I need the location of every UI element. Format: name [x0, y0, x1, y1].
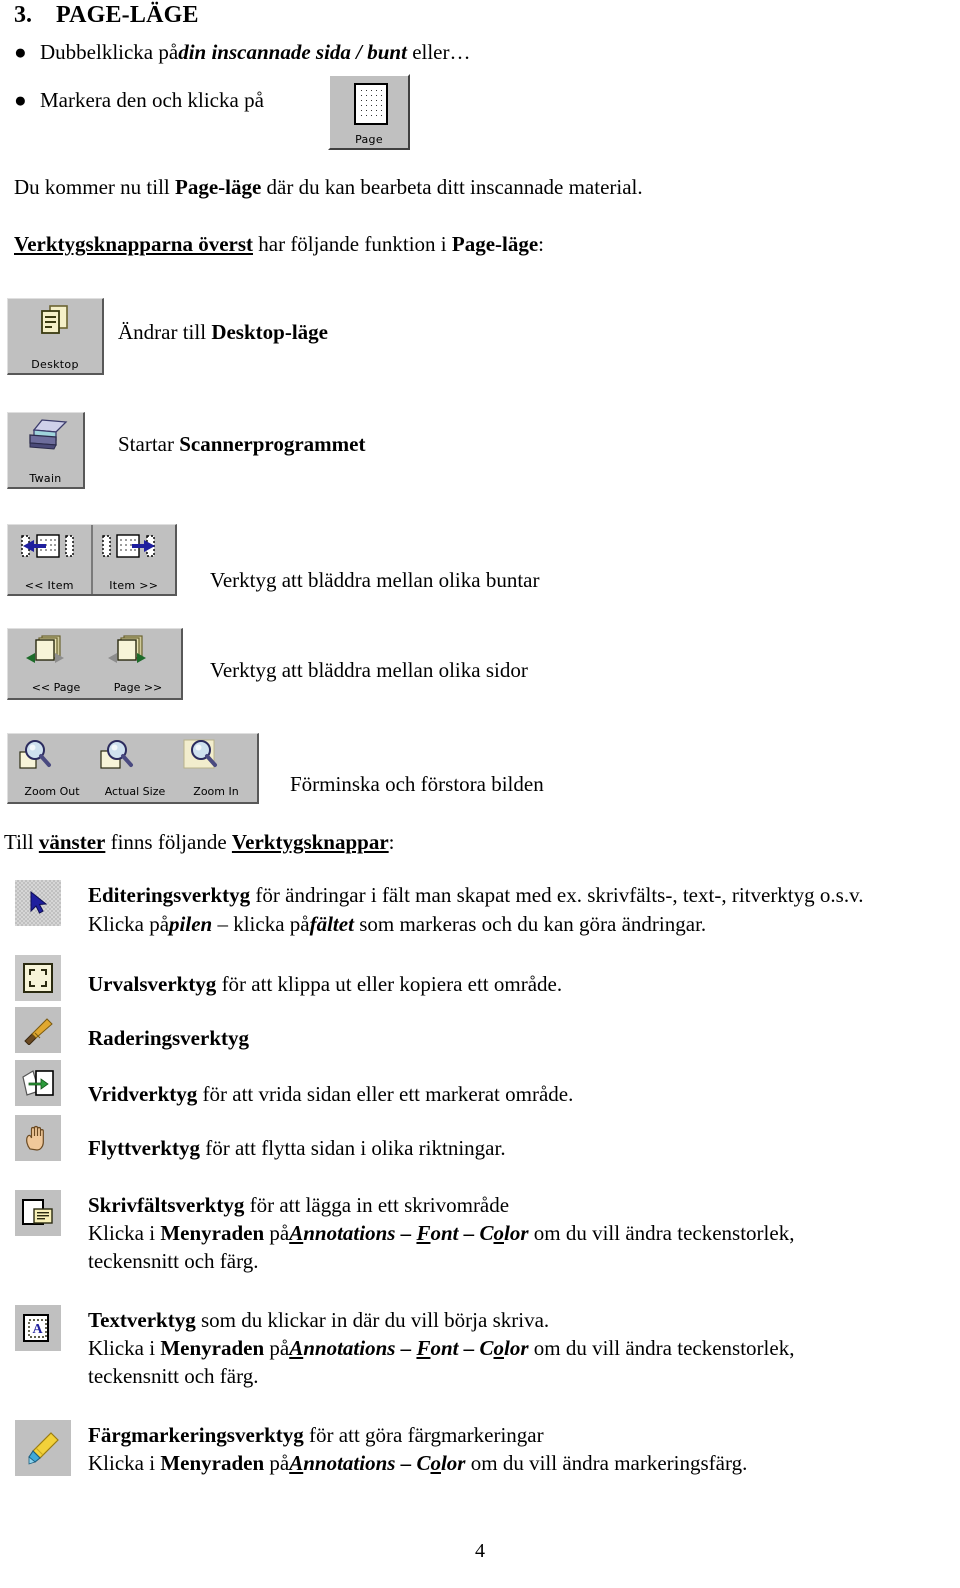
eraser-glyph	[24, 1018, 53, 1045]
svg-text:A: A	[32, 1322, 43, 1337]
prev-page-label: << Page	[31, 681, 81, 694]
toolbuttons-term: Verktygsknappar	[231, 830, 389, 854]
page-title: PAGE-LÄGE	[56, 2, 199, 28]
text-tool-description: Textverktyg som du klickar in där du vil…	[88, 1308, 795, 1388]
edit-tool-line-1: Editeringsverktyg för ändringar i fält m…	[88, 883, 864, 907]
desktop-pages-glyph	[41, 305, 68, 334]
eraser-tool-icon[interactable]	[15, 1007, 61, 1053]
next-item-button[interactable]: Item >>	[92, 525, 175, 594]
page-nav-description: Verktyg att bläddra mellan olika sidor	[210, 658, 528, 682]
eraser-tool-description: Raderingsverktyg	[88, 1026, 249, 1050]
left-term: vänster	[38, 830, 106, 854]
highlighter-tool-description: Färgmarkeringsverktyg för att göra färgm…	[88, 1423, 748, 1475]
list-item: ● Markera den och klicka på	[14, 88, 264, 113]
zoom-in-label: Zoom In	[193, 785, 239, 798]
page-button-label: Page	[355, 133, 383, 146]
document-page: 3. PAGE-LÄGE ● Dubbelklicka pådin inscan…	[0, 0, 960, 1588]
highlighter-glyph	[28, 1432, 59, 1465]
bullet-icon: ●	[14, 40, 27, 64]
zoom-buttons-icon[interactable]: Zoom Out Actual Size Zoom In	[7, 733, 259, 804]
pan-tool-description: Flyttverktyg för att flytta sidan i olik…	[88, 1136, 506, 1160]
desktop-button-description: Ändrar till Desktop-läge	[118, 320, 328, 344]
actual-size-glyph	[100, 740, 133, 769]
intro-paragraph: Du kommer nu till Page-läge där du kan b…	[14, 175, 643, 199]
edit-tool-line-2: Klicka påpilen – klicka påfältet som mar…	[88, 912, 707, 936]
page-nav-buttons-icon[interactable]: << Page Page >>	[7, 628, 183, 700]
twain-scanner-button-icon[interactable]: Twain	[7, 412, 85, 489]
highlighter-tool-icon[interactable]	[15, 1420, 71, 1476]
text-annotation-glyph: A	[23, 1314, 49, 1342]
text-field-tool-icon[interactable]	[15, 1190, 61, 1236]
twain-button-description: Startar Scannerprogrammet	[118, 432, 366, 456]
rotate-tool-icon[interactable]	[15, 1060, 61, 1106]
hand-pan-tool-icon[interactable]	[15, 1115, 61, 1161]
page-heading: 3. PAGE-LÄGE	[14, 2, 199, 29]
text-annotation-tool-icon[interactable]: A	[15, 1305, 61, 1351]
edit-tool-description: Editeringsverktyg för ändringar i fält m…	[88, 883, 863, 937]
marquee-glyph	[23, 963, 53, 993]
prev-item-glyph	[21, 534, 74, 558]
emphasis-text: din inscannade sida / bunt	[178, 40, 407, 64]
menu-annotations: nnotations	[303, 1221, 396, 1245]
page-mode-term: Page-läge	[175, 175, 262, 199]
next-page-glyph	[108, 635, 146, 663]
text-field-glyph	[22, 1199, 53, 1225]
list-item: ● Dubbelklicka pådin inscannade sida / b…	[14, 40, 471, 65]
item-nav-description: Verktyg att bläddra mellan olika buntar	[210, 568, 540, 592]
prev-item-label: << Item	[24, 579, 74, 592]
zoom-out-glyph	[19, 740, 51, 769]
textfield-tool-description: Skrivfältsverktyg för att lägga in ett s…	[88, 1193, 795, 1273]
prev-page-glyph	[26, 635, 64, 663]
list-item-text: Dubbelklicka pådin inscannade sida / bun…	[40, 40, 471, 64]
desktop-button-label: Desktop	[31, 358, 79, 371]
page-mode-term: Page-läge	[451, 232, 539, 256]
zoom-buttons-description: Förminska och förstora bilden	[290, 772, 544, 796]
arrow-edit-tool-icon[interactable]	[15, 880, 61, 926]
left-toolbar-intro-paragraph: Till vänster finns följande Verktygsknap…	[4, 830, 395, 854]
marquee-select-tool-icon[interactable]	[15, 955, 61, 1001]
next-page-label: Page >>	[113, 681, 163, 694]
rotate-page-glyph	[22, 1070, 54, 1096]
next-item-glyph	[101, 534, 155, 558]
page-number: 4	[475, 1540, 485, 1562]
select-tool-description: Urvalsverktyg för att klippa ut eller ko…	[88, 972, 563, 996]
scanner-glyph	[29, 419, 68, 450]
actual-size-label: Actual Size	[104, 785, 166, 798]
prev-item-button[interactable]: << Item	[8, 525, 93, 594]
dotted-page-glyph	[354, 83, 388, 125]
desktop-button-icon[interactable]: Desktop	[7, 298, 104, 375]
item-nav-buttons-icon[interactable]: << Item Item >>	[7, 524, 177, 596]
next-item-label: Item >>	[109, 579, 159, 592]
rotate-tool-description: Vridverktyg för att vrida sidan eller et…	[88, 1082, 574, 1106]
scanner-program-term: Scannerprogrammet	[179, 432, 366, 456]
toolbar-term: Verktygsknapparna överst	[14, 232, 253, 256]
hand-glyph	[26, 1125, 44, 1151]
heading-number: 3.	[14, 2, 32, 28]
twain-button-label: Twain	[29, 472, 62, 485]
list-item-text: Markera den och klicka på	[40, 88, 264, 112]
bullet-icon: ●	[14, 88, 27, 112]
zoom-in-glyph	[183, 739, 217, 769]
desktop-mode-term: Desktop-läge	[211, 320, 328, 344]
toolbar-intro-paragraph: Verktygsknapparna överst har följande fu…	[14, 232, 545, 256]
cursor-arrow-glyph	[30, 890, 48, 914]
zoom-out-label: Zoom Out	[24, 785, 80, 798]
page-button-icon[interactable]: Page	[328, 74, 410, 150]
